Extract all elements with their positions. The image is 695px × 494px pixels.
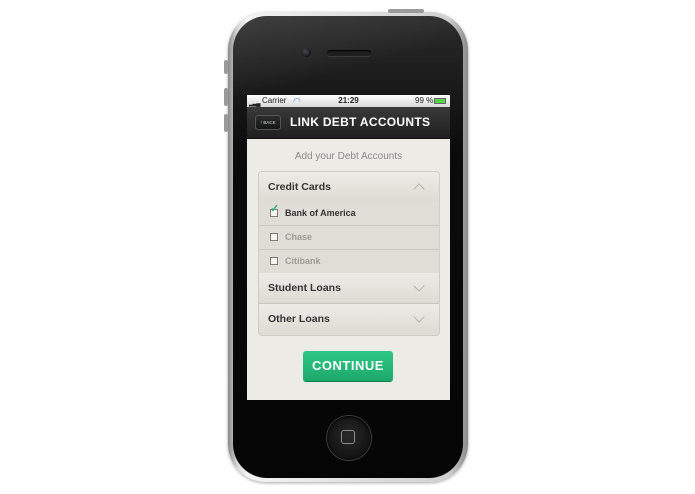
battery-percent: 99 % — [415, 96, 434, 105]
back-button[interactable]: ‹BACK — [255, 115, 281, 130]
accordion-other-loans[interactable]: Other Loans — [259, 304, 439, 334]
checkmark-icon: ✓ — [270, 203, 280, 215]
volume-down-button — [224, 114, 228, 132]
section-heading: Add your Debt Accounts — [294, 151, 403, 162]
glass-reflection — [233, 16, 463, 96]
account-row-citibank[interactable]: Citibank — [259, 250, 439, 274]
back-button-label: BACK — [263, 120, 276, 125]
battery-icon — [434, 98, 446, 104]
account-row-bank-of-america[interactable]: ✓ Bank of America — [259, 202, 439, 226]
page-title: LINK DEBT ACCOUNTS — [290, 115, 431, 129]
accordion-label: Other Loans — [268, 313, 330, 325]
account-label: Citibank — [285, 256, 321, 266]
status-bar: ▂▃▄ Carrier ◠ 21:29 99 % — [247, 95, 450, 107]
earpiece-speaker — [327, 50, 371, 56]
checkbox-unchecked[interactable] — [270, 257, 278, 265]
debt-accounts-list: Credit Cards ✓ Bank of America Chase Cit… — [258, 171, 440, 336]
account-row-chase[interactable]: Chase — [259, 226, 439, 250]
chevron-down-icon — [413, 280, 425, 292]
chevron-down-icon — [413, 311, 425, 323]
account-label: Bank of America — [285, 208, 356, 218]
continue-button[interactable]: CONTINUE — [303, 351, 393, 381]
accordion-credit-cards[interactable]: Credit Cards — [259, 172, 439, 203]
navigation-bar: ‹BACK LINK DEBT ACCOUNTS — [247, 107, 450, 139]
accordion-label: Credit Cards — [268, 181, 332, 193]
mute-switch — [224, 60, 228, 74]
sleep-button — [388, 9, 424, 13]
front-camera — [302, 48, 311, 57]
chevron-up-icon — [413, 183, 425, 195]
app-screen: ▂▃▄ Carrier ◠ 21:29 99 % ‹BACK LINK DEBT… — [247, 95, 450, 400]
accordion-student-loans[interactable]: Student Loans — [259, 273, 439, 304]
accordion-label: Student Loans — [268, 282, 341, 294]
volume-up-button — [224, 88, 228, 106]
checkbox-unchecked[interactable] — [270, 233, 278, 241]
home-square-icon — [341, 430, 355, 444]
account-label: Chase — [285, 232, 313, 242]
